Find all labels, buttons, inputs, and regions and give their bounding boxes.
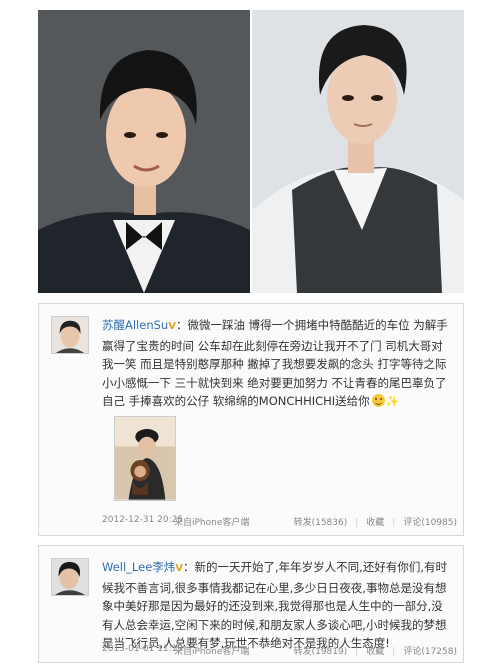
divider: | <box>355 518 359 528</box>
colon: ： <box>183 560 195 574</box>
sparkle-icon: ✨ <box>385 395 400 408</box>
weibo-post: Well_Lee李炜V：新的一天开始了,年年岁岁人不同,还好有你们,有时候我不善… <box>38 545 464 663</box>
post-source: 来自iPhone客户端 <box>174 647 250 657</box>
post-content: 苏醒AllenSuV：微微一踩油 博得一个拥堵中特酷酷近的车位 为解手赢得了宝贵… <box>102 316 454 412</box>
favorite-button[interactable]: 收藏 <box>366 515 384 528</box>
post-actions: 转发(15836) | 收藏 | 评论(10985) <box>294 515 457 528</box>
post-content: Well_Lee李炜V：新的一天开始了,年年岁岁人不同,还好有你们,有时候我不善… <box>102 558 454 653</box>
smile-emoji-icon <box>371 394 385 407</box>
repost-button[interactable]: 转发(15836) <box>294 515 348 528</box>
username-link[interactable]: Well_Lee李炜 <box>102 560 175 574</box>
username-link[interactable]: 苏醒AllenSu <box>102 318 168 332</box>
post-time[interactable]: 2012-12-31 20:25 <box>102 515 183 525</box>
comment-button[interactable]: 评论(17258) <box>403 644 457 657</box>
avatar[interactable] <box>51 558 89 596</box>
divider: | <box>392 647 396 657</box>
verified-v-icon: V <box>168 321 176 332</box>
verified-v-icon: V <box>175 563 184 574</box>
post-source: 来自iPhone客户端 <box>174 518 250 528</box>
attached-photo-thumbnail[interactable] <box>114 416 176 501</box>
weibo-post: 苏醒AllenSuV：微微一踩油 博得一个拥堵中特酷酷近的车位 为解手赢得了宝贵… <box>38 303 464 536</box>
avatar[interactable] <box>51 316 89 354</box>
post-actions: 转发(19819) | 收藏 | 评论(17258) <box>294 644 457 657</box>
repost-button[interactable]: 转发(19819) <box>294 644 348 657</box>
photo-left <box>38 10 250 293</box>
comment-button[interactable]: 评论(10985) <box>403 515 457 528</box>
divider: | <box>355 647 359 657</box>
colon: ： <box>175 318 188 332</box>
photo-right <box>252 10 464 293</box>
post-time[interactable]: 2013-01-01 11:19 <box>102 644 183 654</box>
favorite-button[interactable]: 收藏 <box>366 644 384 657</box>
divider: | <box>392 518 396 528</box>
